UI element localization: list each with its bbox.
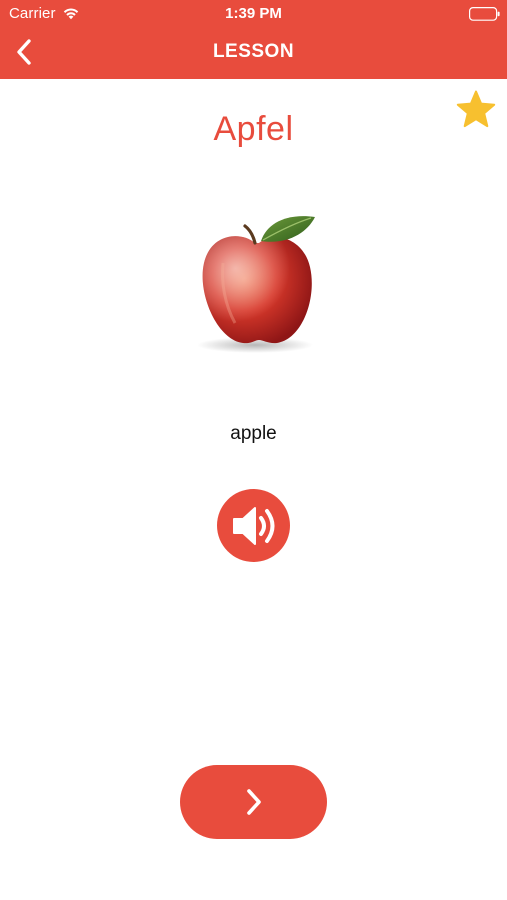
translation-text: apple [230,423,277,444]
nav-bar: LESSON [0,28,507,79]
status-time: 1:39 PM [225,5,282,22]
page-title: LESSON [212,41,295,62]
word-title: Apfel [213,110,294,148]
next-button[interactable] [180,765,327,839]
status-bar: Carrier 1:39 PM [0,0,507,28]
battery-icon [469,7,500,21]
chevron-right-icon [246,789,261,815]
header: Carrier 1:39 PM LESSON [0,0,507,79]
play-audio-button[interactable] [217,489,290,562]
apple-image [197,216,315,353]
speaker-icon [232,506,274,545]
